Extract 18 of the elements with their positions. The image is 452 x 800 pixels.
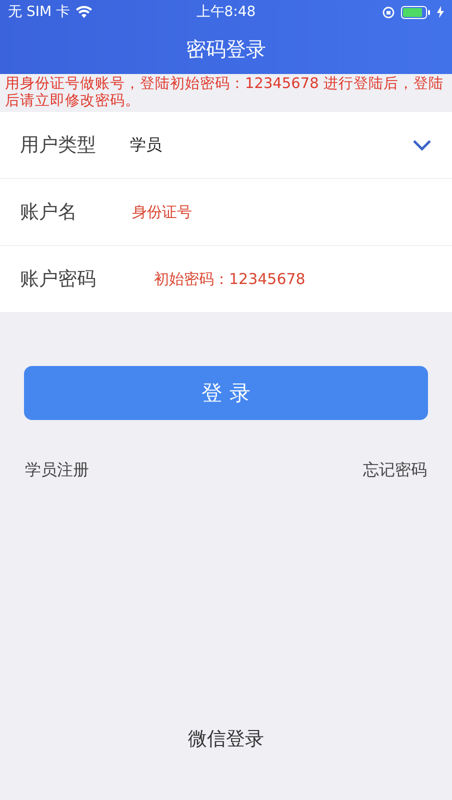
field-label: 账户密码: [20, 267, 97, 292]
status-time: 上午8:48: [196, 3, 256, 21]
text-link[interactable]: 学员注册: [25, 460, 89, 481]
wechat-login-link[interactable]: 微信登录: [188, 726, 264, 752]
wifi-icon: [76, 6, 92, 18]
page-title: 密码登录: [186, 36, 266, 62]
input-field[interactable]: 初始密码：12345678: [152, 269, 432, 289]
text-link[interactable]: 忘记密码: [363, 460, 427, 481]
chevron-down-icon[interactable]: [412, 139, 432, 151]
rotation-lock-icon: [382, 6, 395, 18]
field-label: 用户类型: [20, 133, 97, 158]
charging-icon: [436, 6, 444, 18]
field-label: 账户名: [20, 200, 78, 225]
battery-icon: [400, 6, 431, 18]
input-field[interactable]: 身份证号: [130, 202, 432, 222]
user-type-value[interactable]: 学员: [130, 134, 412, 156]
carrier-label: 无 SIM 卡: [8, 3, 70, 21]
login-button[interactable]: 登 录: [24, 366, 428, 420]
